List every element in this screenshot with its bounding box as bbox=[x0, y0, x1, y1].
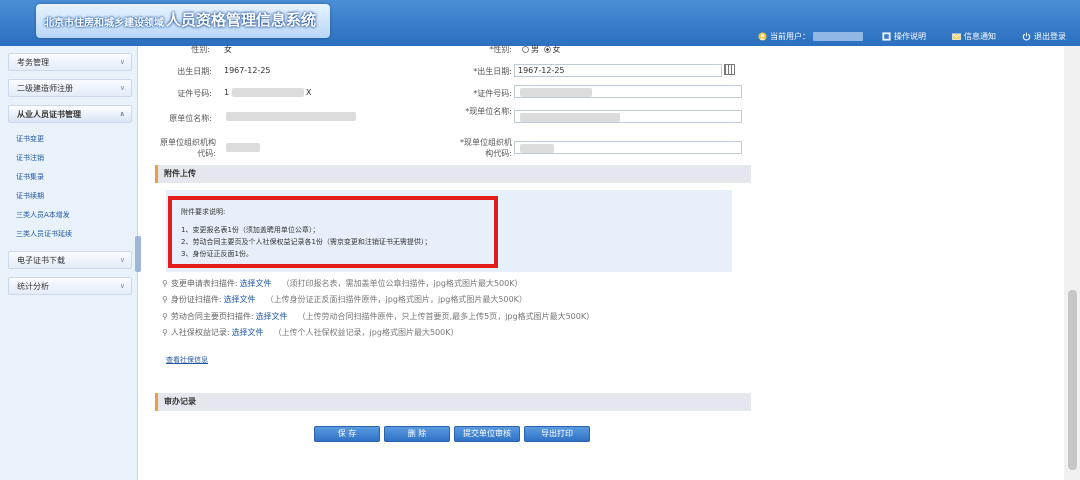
gender-value: 女 bbox=[224, 45, 232, 54]
id-input-masked bbox=[520, 88, 592, 97]
delete-button[interactable]: 删 除 bbox=[384, 426, 450, 442]
paperclip-icon: ⚲ bbox=[162, 312, 168, 321]
review-section-header: 审办记录 bbox=[155, 393, 751, 411]
sidebar-item-label: 考务管理 bbox=[17, 57, 49, 67]
id-value-end: X bbox=[306, 88, 312, 97]
current-user-value bbox=[813, 31, 863, 41]
upload-row-social-security: ⚲ 人社保权益记录: 选择文件 （上传个人社保权益记录，jpg格式图片最大500K） bbox=[162, 327, 458, 338]
save-button[interactable]: 保 存 bbox=[314, 426, 380, 442]
choose-file-link[interactable]: 选择文件 bbox=[232, 328, 264, 337]
id-label: 证件号码: bbox=[177, 89, 212, 98]
book-icon bbox=[882, 31, 891, 41]
chevron-down-icon: ∨ bbox=[119, 282, 125, 290]
notice-link[interactable]: 信息通知 bbox=[952, 30, 996, 42]
chevron-down-icon: ∨ bbox=[119, 84, 125, 92]
logout-label: 退出登录 bbox=[1034, 31, 1066, 41]
birth-label: 出生日期: bbox=[177, 67, 212, 76]
user-icon bbox=[758, 31, 767, 41]
sidebar-sub-cert-extend[interactable]: 三类人员证书延续 bbox=[16, 229, 72, 239]
header-system-title: 人员资格管理信息系统 bbox=[166, 11, 317, 29]
export-print-button[interactable]: 导出打印 bbox=[524, 426, 590, 442]
cur-org-label: *现单位组织机构代码: bbox=[460, 138, 512, 158]
female-radio[interactable] bbox=[543, 46, 551, 53]
chevron-down-icon: ∨ bbox=[119, 58, 125, 66]
upload-label: 变更申请表扫描件: bbox=[170, 279, 238, 288]
sidebar-sub-cert-change[interactable]: 证书变更 bbox=[16, 134, 44, 144]
sidebar-item-builder[interactable]: 二级建造师注册 ∨ bbox=[8, 79, 132, 97]
sidebar-item-label: 二级建造师注册 bbox=[17, 83, 73, 93]
sidebar-collapse-handle[interactable] bbox=[135, 236, 141, 272]
notice-label: 信息通知 bbox=[964, 31, 996, 41]
cur-org-masked bbox=[520, 144, 554, 153]
orig-org-label: 原单位组织机构代码: bbox=[160, 138, 216, 158]
upload-label: 劳动合同主要页扫描件: bbox=[170, 312, 254, 321]
mail-icon bbox=[952, 33, 961, 40]
id-label-new: *证件号码: bbox=[473, 89, 512, 98]
upload-row-change-form: ⚲ 变更申请表扫描件: 选择文件 （须打印报名表，需加盖单位公章扫描件，jpg格式图片… bbox=[162, 278, 522, 289]
upload-label: 人社保权益记录: bbox=[170, 328, 230, 337]
sidebar-item-exam[interactable]: 考务管理 ∨ bbox=[8, 53, 132, 71]
current-user-label: 当前用户： bbox=[770, 31, 810, 41]
current-user: 当前用户： bbox=[758, 30, 863, 42]
male-radio[interactable] bbox=[522, 46, 529, 53]
birth-value: 1967-12-25 bbox=[224, 66, 271, 75]
id-value-masked bbox=[232, 88, 304, 97]
help-link[interactable]: 操作说明 bbox=[882, 30, 926, 42]
male-label: 男 bbox=[531, 45, 539, 54]
sidebar-sub-cert-record[interactable]: 证书集录 bbox=[16, 172, 44, 182]
submit-review-button[interactable]: 提交单位审核 bbox=[454, 426, 520, 442]
upload-hint: （上传个人社保权益记录，jpg格式图片最大500K） bbox=[273, 328, 459, 337]
female-label: 女 bbox=[552, 45, 561, 54]
choose-file-link[interactable]: 选择文件 bbox=[240, 279, 272, 288]
upload-hint: （上传身份证正反面扫描件原件，jpg格式图片，jpg格式图片最大500K） bbox=[265, 295, 527, 304]
attach-section-header: 附件上传 bbox=[155, 165, 751, 183]
upload-row-id-card: ⚲ 身份证扫描件: 选择文件 （上传身份证正反面扫描件原件，jpg格式图片，jpg格式… bbox=[162, 294, 527, 305]
sidebar-item-e-cert[interactable]: 电子证书下载 ∨ bbox=[8, 251, 132, 269]
logout-link[interactable]: 退出登录 bbox=[1022, 30, 1066, 42]
upload-label: 身份证扫描件: bbox=[170, 295, 222, 304]
sidebar-sub-a-issue[interactable]: 三类人员A本增发 bbox=[16, 210, 70, 220]
orig-unit-label: 原单位名称: bbox=[169, 114, 212, 123]
paperclip-icon: ⚲ bbox=[162, 328, 168, 337]
gender-label-new: *性别: bbox=[489, 45, 512, 54]
choose-file-link[interactable]: 选择文件 bbox=[224, 295, 256, 304]
cur-unit-masked bbox=[520, 113, 620, 122]
sidebar-item-stats[interactable]: 统计分析 ∨ bbox=[8, 277, 132, 295]
sidebar-item-label: 统计分析 bbox=[17, 281, 49, 291]
id-value-start: 1 bbox=[224, 88, 230, 97]
app-header: 北京市住房和城乡建设领域 人员资格管理信息系统 当前用户： 操作说明 信息通知 … bbox=[0, 0, 1080, 46]
upload-row-contract: ⚲ 劳动合同主要页扫描件: 选择文件 （上传劳动合同扫描件原件，只上传首要页,最多上传… bbox=[162, 311, 594, 322]
sidebar-sub-cert-renew[interactable]: 证书续期 bbox=[16, 191, 44, 201]
choose-file-link[interactable]: 选择文件 bbox=[256, 312, 288, 321]
scroll-thumb[interactable] bbox=[1068, 290, 1077, 470]
highlight-annotation bbox=[168, 196, 498, 268]
gender-label: 性别: bbox=[191, 45, 210, 54]
birth-date-input[interactable]: 1967-12-25 bbox=[514, 64, 722, 77]
sidebar-item-cert-mgmt[interactable]: 从业人员证书管理 ∧ bbox=[8, 105, 132, 123]
birth-label-new: *出生日期: bbox=[473, 67, 512, 76]
upload-hint: （须打印报名表，需加盖单位公章扫描件，jpg格式图片最大500K） bbox=[281, 279, 523, 288]
power-icon bbox=[1022, 32, 1031, 40]
cur-unit-label: *现单位名称: bbox=[465, 107, 512, 116]
sidebar-item-label: 电子证书下载 bbox=[17, 255, 65, 265]
paperclip-icon: ⚲ bbox=[162, 279, 168, 288]
gender-radios: 男 女 bbox=[520, 44, 561, 55]
help-label: 操作说明 bbox=[894, 31, 926, 41]
view-social-security-link[interactable]: 查看社保信息 bbox=[166, 355, 208, 365]
header-org-title: 北京市住房和城乡建设领域 bbox=[44, 18, 164, 29]
chevron-down-icon: ∨ bbox=[119, 256, 125, 264]
calendar-icon[interactable] bbox=[724, 64, 735, 75]
sidebar-item-label: 从业人员证书管理 bbox=[17, 109, 81, 119]
paperclip-icon: ⚲ bbox=[162, 295, 168, 304]
orig-org-masked bbox=[226, 143, 260, 152]
upload-hint: （上传劳动合同扫描件原件，只上传首要页,最多上传5页，jpg格式图片最大500K… bbox=[297, 312, 595, 321]
chevron-up-icon: ∧ bbox=[119, 110, 125, 118]
sidebar-sub-cert-cancel[interactable]: 证书注销 bbox=[16, 153, 44, 163]
orig-unit-masked bbox=[226, 112, 356, 121]
